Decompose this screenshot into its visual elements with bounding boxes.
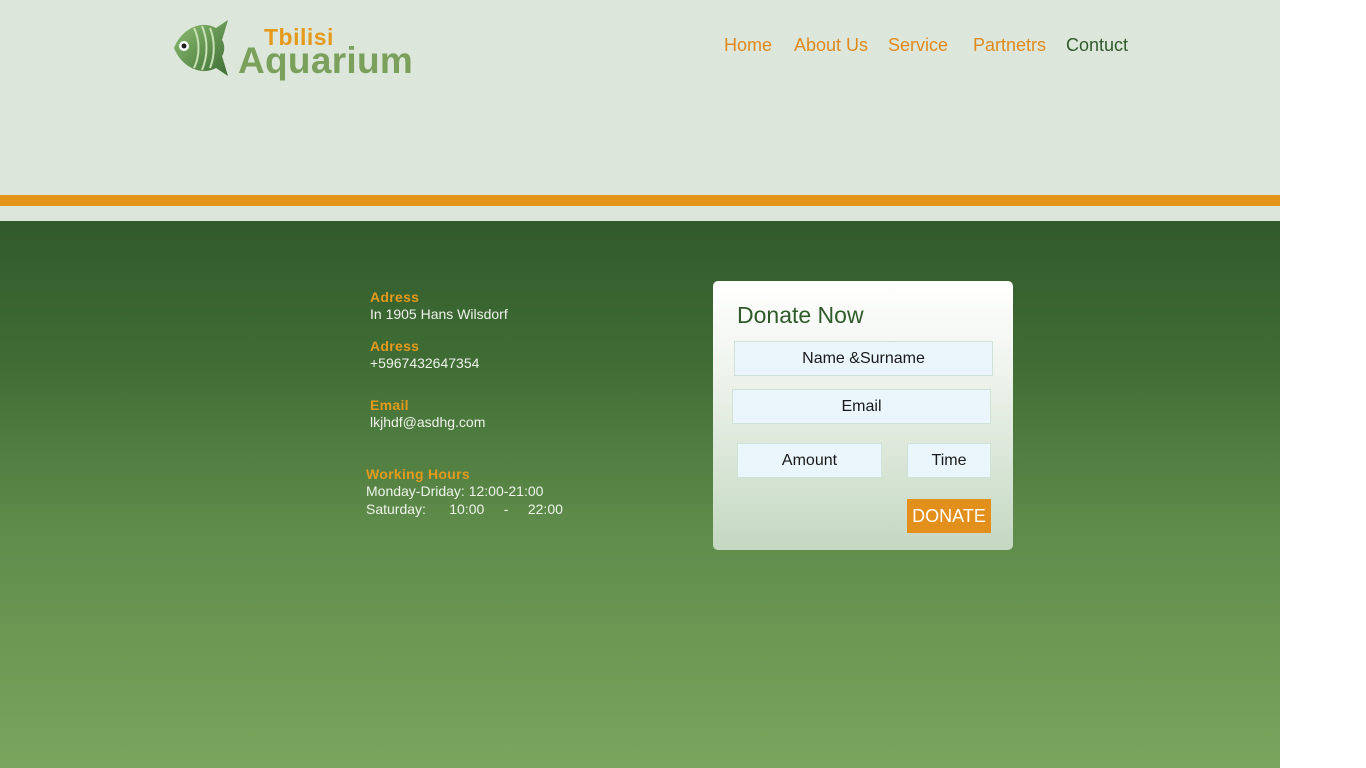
nav-item-home[interactable]: Home xyxy=(724,34,772,56)
nav-item-contact[interactable]: Contuct xyxy=(1066,34,1128,56)
fish-icon xyxy=(174,20,228,76)
logo-title-big: Aquarium xyxy=(238,40,414,81)
nav-item-partners[interactable]: Partnetrs xyxy=(973,34,1046,56)
donate-form: Donate Now DONATE xyxy=(713,281,1013,550)
email-input[interactable] xyxy=(732,389,991,424)
logo[interactable]: Tbilisi Aquarium xyxy=(172,18,414,84)
phone-label: Adress xyxy=(370,338,420,354)
nav-item-about-us[interactable]: About Us xyxy=(794,34,868,56)
amount-input[interactable] xyxy=(737,443,882,478)
address-label: Adress xyxy=(370,289,420,305)
email-label: Email xyxy=(370,397,409,413)
donate-title: Donate Now xyxy=(737,302,864,328)
contact-section: Adress In 1905 Hans Wilsdorf Adress +596… xyxy=(0,221,1280,768)
header-divider-stripe xyxy=(0,195,1280,206)
phone-value: +5967432647354 xyxy=(370,355,480,371)
time-input[interactable] xyxy=(907,443,991,478)
nav-item-service[interactable]: Service xyxy=(888,34,948,56)
email-value: lkjhdf@asdhg.com xyxy=(370,414,486,430)
name-surname-input[interactable] xyxy=(734,341,993,376)
address-value: In 1905 Hans Wilsdorf xyxy=(370,306,508,322)
working-hours-saturday: Saturday: 10:00 - 22:00 xyxy=(366,501,563,517)
page: Tbilisi Aquarium Home About Us Service P… xyxy=(0,0,1280,768)
working-hours-weekdays: Monday-Driday: 12:00-21:00 xyxy=(366,483,544,499)
header: Tbilisi Aquarium Home About Us Service P… xyxy=(0,0,1280,221)
donate-button[interactable]: DONATE xyxy=(907,499,991,533)
working-hours-label: Working Hours xyxy=(366,466,470,482)
